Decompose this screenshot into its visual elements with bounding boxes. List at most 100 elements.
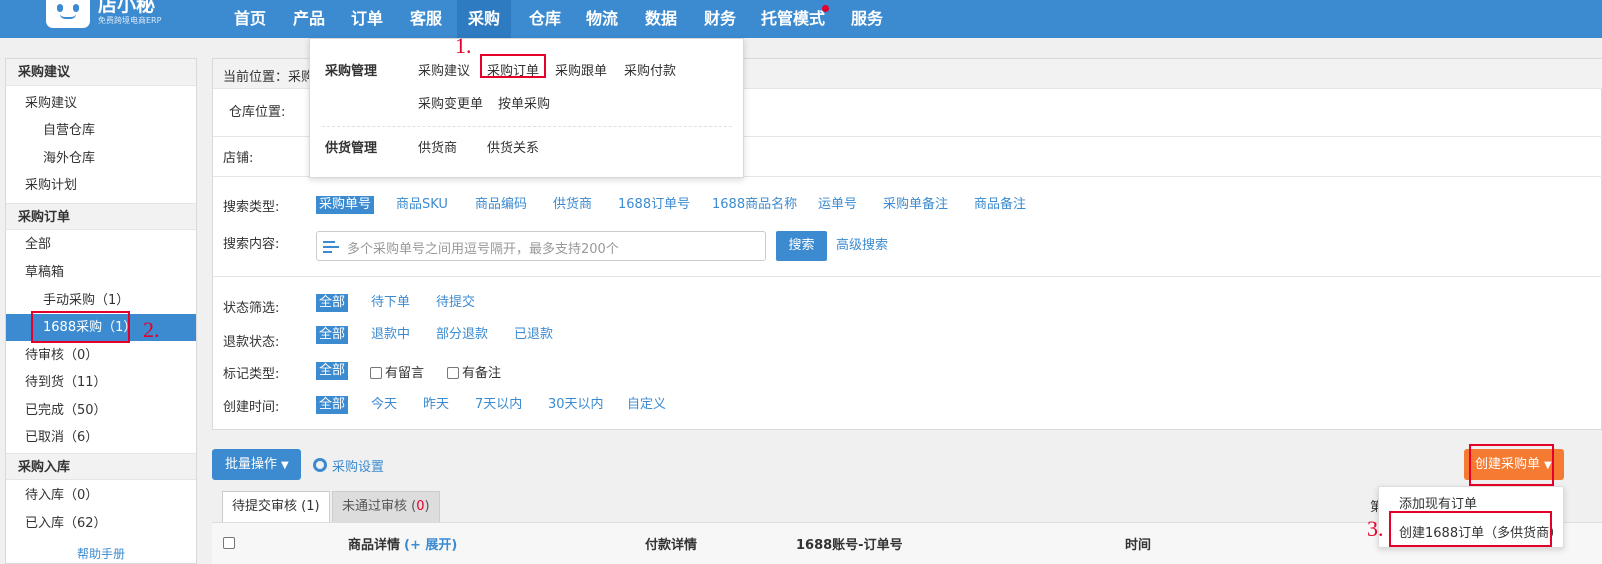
nav-product[interactable]: 产品 xyxy=(284,0,334,38)
menu-supplier[interactable]: 供货商 xyxy=(418,137,457,156)
sidebar-item-completed[interactable]: 已完成（50） xyxy=(6,397,196,424)
nav-data[interactable]: 数据 xyxy=(636,0,686,38)
has-remark-checkbox[interactable]: 有备注 xyxy=(447,362,501,381)
sidebar-item-manual[interactable]: 手动采购（1） xyxy=(6,287,196,314)
menu-purchase-change[interactable]: 采购变更单 xyxy=(418,93,483,112)
sidebar-item-plan[interactable]: 采购计划 xyxy=(6,172,196,199)
batch-operation-button[interactable]: 批量操作 ▼ xyxy=(212,449,301,480)
sidebar-section-inbound: 采购入库 xyxy=(6,453,196,480)
search-type-1688-order[interactable]: 1688订单号 xyxy=(618,196,690,214)
search-type-po-remark[interactable]: 采购单备注 xyxy=(883,196,948,214)
menu-supply-relation[interactable]: 供货关系 xyxy=(487,137,539,156)
sidebar-item-drafts[interactable]: 草稿箱 xyxy=(6,259,196,286)
highlight-create-1688-order xyxy=(1389,511,1552,547)
nav-services[interactable]: 服务 xyxy=(842,0,892,38)
time-custom[interactable]: 自定义 xyxy=(627,396,666,414)
advanced-search-link[interactable]: 高级搜索 xyxy=(836,237,888,255)
annotation-step-1: 1. xyxy=(455,33,472,58)
dropdown-divider xyxy=(322,126,732,127)
highlight-purchase-order xyxy=(480,54,546,78)
sidebar-item-pending-review[interactable]: 待审核（0） xyxy=(6,342,196,369)
has-remark-label: 有备注 xyxy=(462,366,502,381)
list-filter-icon xyxy=(323,241,339,253)
sidebar-item-all[interactable]: 全部 xyxy=(6,231,196,258)
time-yesterday[interactable]: 昨天 xyxy=(423,396,449,414)
search-type-product-remark[interactable]: 商品备注 xyxy=(974,196,1026,214)
warehouse-label: 仓库位置: xyxy=(229,105,286,120)
sidebar-item-inbound[interactable]: 已入库（62） xyxy=(6,510,196,537)
menu-purchase-by-order[interactable]: 按单采购 xyxy=(498,93,550,112)
search-type-tracking[interactable]: 运单号 xyxy=(818,196,857,214)
nav-logistics[interactable]: 物流 xyxy=(577,0,627,38)
search-content-label: 搜索内容: xyxy=(223,237,280,252)
status-filter-label: 状态筛选: xyxy=(223,301,280,316)
menu-purchase-suggestion[interactable]: 采购建议 xyxy=(418,60,470,79)
purchase-settings-link[interactable]: 采购设置 xyxy=(332,456,384,475)
time-30days[interactable]: 30天以内 xyxy=(548,396,604,414)
highlight-1688-purchase xyxy=(31,311,130,343)
menu-purchase-payment[interactable]: 采购付款 xyxy=(624,60,676,79)
col-payment-details: 付款详情 xyxy=(645,538,698,553)
search-type-code[interactable]: 商品编码 xyxy=(475,196,527,214)
sidebar-item-suggestion[interactable]: 采购建议 xyxy=(6,90,196,117)
nav-home[interactable]: 首页 xyxy=(225,0,275,38)
search-placeholder: 多个采购单号之间用逗号隔开，最多支持200个 xyxy=(347,242,619,257)
refund-done[interactable]: 已退款 xyxy=(514,326,553,344)
menu-purchase-tracking[interactable]: 采购跟单 xyxy=(555,60,607,79)
nav-hosting[interactable]: 托管模式 xyxy=(755,0,831,38)
tab-rejected-label: 未通过审核 ( xyxy=(342,499,417,514)
batch-operation-label: 批量操作 xyxy=(225,457,278,472)
nav-service[interactable]: 客服 xyxy=(401,0,451,38)
status-all[interactable]: 全部 xyxy=(316,294,349,312)
has-message-checkbox[interactable]: 有留言 xyxy=(370,362,424,381)
has-message-label: 有留言 xyxy=(385,366,425,381)
logo-title: 店小秘 xyxy=(98,0,156,16)
mark-all[interactable]: 全部 xyxy=(316,362,349,380)
sidebar-section-suggestion: 采购建议 xyxy=(6,59,196,86)
time-7days[interactable]: 7天以内 xyxy=(475,396,522,414)
select-all-checkbox[interactable] xyxy=(223,537,235,549)
annotation-step-3: 3. xyxy=(1367,516,1384,541)
search-input[interactable]: 多个采购单号之间用逗号隔开，最多支持200个 xyxy=(316,231,766,261)
search-type-po-number[interactable]: 采购单号 xyxy=(316,196,375,214)
sidebar-item-pending-arrival[interactable]: 待到货（11） xyxy=(6,369,196,396)
col-time: 时间 xyxy=(1125,538,1152,553)
search-type-label: 搜索类型: xyxy=(223,200,280,215)
nav-finance[interactable]: 财务 xyxy=(695,0,745,38)
search-type-supplier[interactable]: 供货商 xyxy=(553,196,592,214)
tab-rejected-suffix: ) xyxy=(424,499,430,514)
sidebar-item-own-warehouse[interactable]: 自营仓库 xyxy=(6,117,196,144)
expand-link[interactable]: (+ 展开) xyxy=(404,534,457,553)
status-to-submit[interactable]: 待提交 xyxy=(436,294,475,312)
help-link[interactable]: 帮助手册 xyxy=(6,545,196,562)
refund-status-label: 退款状态: xyxy=(223,335,280,350)
sidebar-item-pending-inbound[interactable]: 待入库（0） xyxy=(6,482,196,509)
col-1688-account: 1688账号-订单号 xyxy=(796,538,903,553)
sidebar-item-cancelled[interactable]: 已取消（6） xyxy=(6,424,196,451)
refund-partial[interactable]: 部分退款 xyxy=(436,326,488,344)
nav-warehouse[interactable]: 仓库 xyxy=(520,0,570,38)
dropdown-group-supply: 供货管理 xyxy=(325,141,378,156)
search-button[interactable]: 搜索 xyxy=(776,231,827,261)
sidebar-item-overseas-warehouse[interactable]: 海外仓库 xyxy=(6,145,196,172)
nav-order[interactable]: 订单 xyxy=(342,0,392,38)
checkbox-icon xyxy=(370,367,382,379)
dropdown-group-purchase: 采购管理 xyxy=(325,64,378,79)
status-to-order[interactable]: 待下单 xyxy=(371,294,410,312)
robot-logo-icon xyxy=(46,0,90,28)
sidebar-section-order: 采购订单 xyxy=(6,203,196,230)
refund-all[interactable]: 全部 xyxy=(316,326,349,344)
logo-subtitle: 免费跨境电商ERP xyxy=(98,16,162,25)
menu-add-existing-order[interactable]: 添加现有订单 xyxy=(1399,493,1477,512)
annotation-step-2: 2. xyxy=(143,317,160,342)
tab-rejected[interactable]: 未通过审核 (0) xyxy=(332,491,440,523)
search-type-sku[interactable]: 商品SKU xyxy=(396,196,448,214)
logo[interactable]: 店小秘 免费跨境电商ERP xyxy=(44,0,204,34)
time-today[interactable]: 今天 xyxy=(371,396,397,414)
time-all[interactable]: 全部 xyxy=(316,396,349,414)
tab-pending-submit[interactable]: 待提交审核 (1) xyxy=(222,491,330,523)
gear-icon[interactable] xyxy=(313,458,327,472)
chevron-down-icon: ▼ xyxy=(281,460,289,471)
search-type-1688-product[interactable]: 1688商品名称 xyxy=(712,196,797,214)
refund-in-progress[interactable]: 退款中 xyxy=(371,326,410,344)
